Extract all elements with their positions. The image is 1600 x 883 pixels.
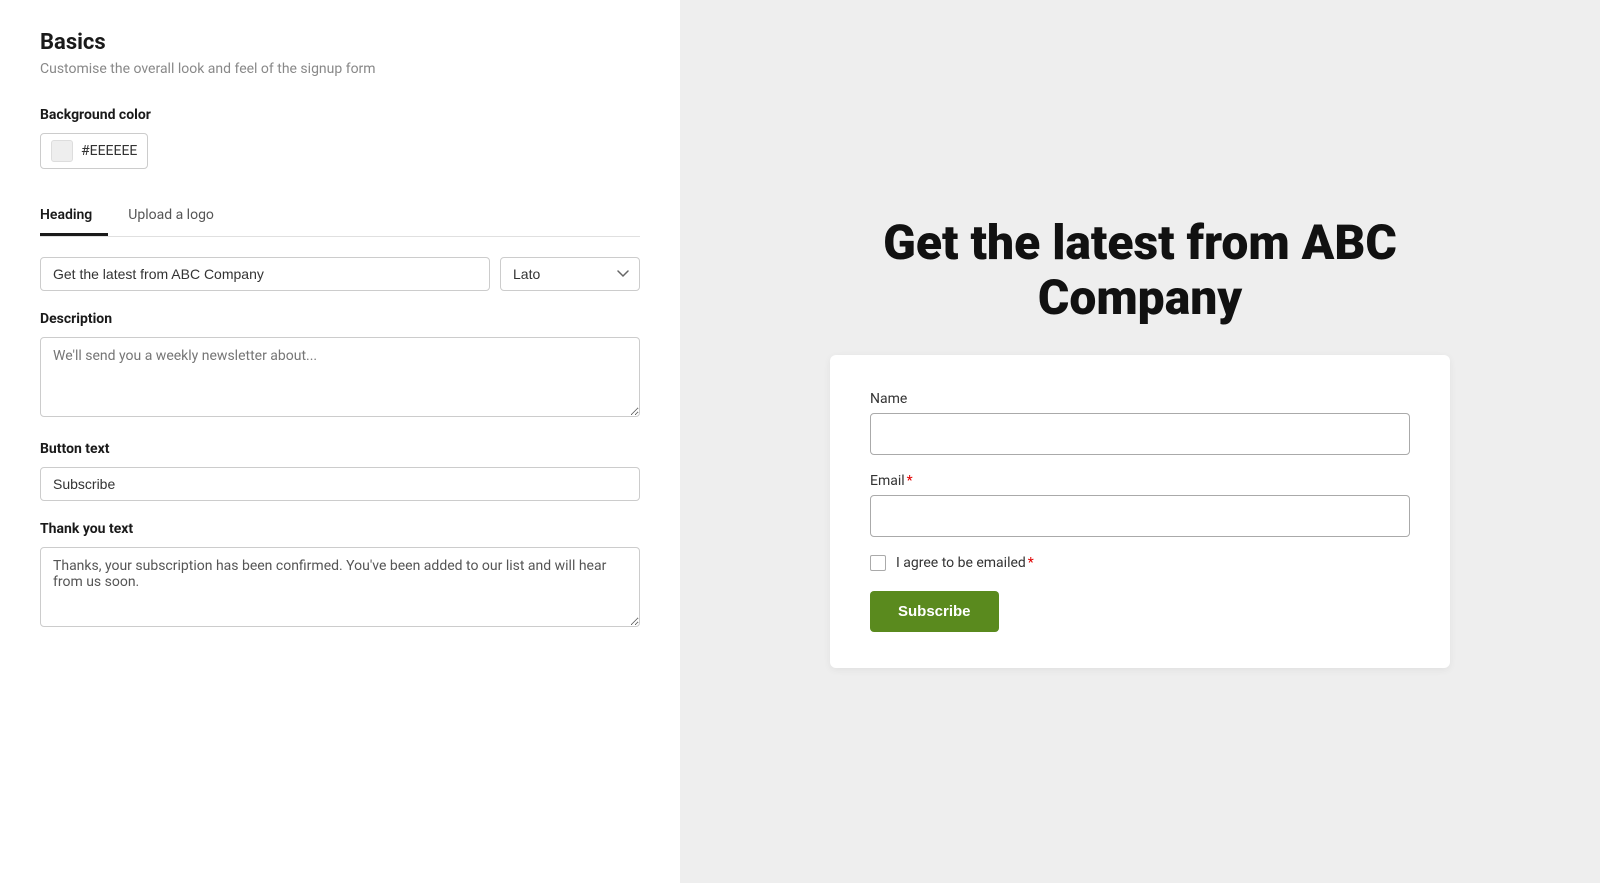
name-input[interactable] <box>870 413 1410 455</box>
checkbox-required-star: * <box>1028 555 1034 571</box>
thank-you-textarea[interactable]: Thanks, your subscription has been confi… <box>40 547 640 627</box>
font-select[interactable]: Lato Arial Georgia Verdana <box>500 257 640 291</box>
email-field-label: Email* <box>870 473 1410 489</box>
heading-text-input[interactable] <box>40 257 490 291</box>
right-panel: Get the latest from ABC Company Name Ema… <box>680 0 1600 883</box>
tab-upload-logo[interactable]: Upload a logo <box>128 199 230 236</box>
description-textarea[interactable] <box>40 337 640 417</box>
tabs-container: Heading Upload a logo <box>40 199 640 237</box>
color-picker-row: #EEEEEE <box>40 133 640 169</box>
agree-checkbox[interactable] <box>870 555 886 571</box>
email-input[interactable] <box>870 495 1410 537</box>
email-required-star: * <box>907 473 913 489</box>
button-text-input[interactable] <box>40 467 640 501</box>
background-color-label: Background color <box>40 107 640 123</box>
name-field-label: Name <box>870 391 1410 407</box>
heading-row: Lato Arial Georgia Verdana <box>40 257 640 291</box>
left-panel: Basics Customise the overall look and fe… <box>0 0 680 883</box>
preview-container: Get the latest from ABC Company Name Ema… <box>830 215 1450 668</box>
page-subtitle: Customise the overall look and feel of t… <box>40 61 640 77</box>
thank-you-label: Thank you text <box>40 521 640 537</box>
page-title: Basics <box>40 30 640 55</box>
preview-heading: Get the latest from ABC Company <box>830 215 1450 325</box>
color-hex-value: #EEEEEE <box>81 143 137 159</box>
color-swatch-input[interactable]: #EEEEEE <box>40 133 148 169</box>
color-swatch <box>51 140 73 162</box>
subscribe-button[interactable]: Subscribe <box>870 591 999 632</box>
preview-form-card: Name Email* I agree to be emailed* Subsc… <box>830 355 1450 668</box>
checkbox-label: I agree to be emailed* <box>896 555 1034 571</box>
tabs-row: Heading Upload a logo <box>40 199 640 236</box>
description-label: Description <box>40 311 640 327</box>
checkbox-row: I agree to be emailed* <box>870 555 1410 571</box>
button-text-label: Button text <box>40 441 640 457</box>
tab-heading[interactable]: Heading <box>40 199 108 236</box>
